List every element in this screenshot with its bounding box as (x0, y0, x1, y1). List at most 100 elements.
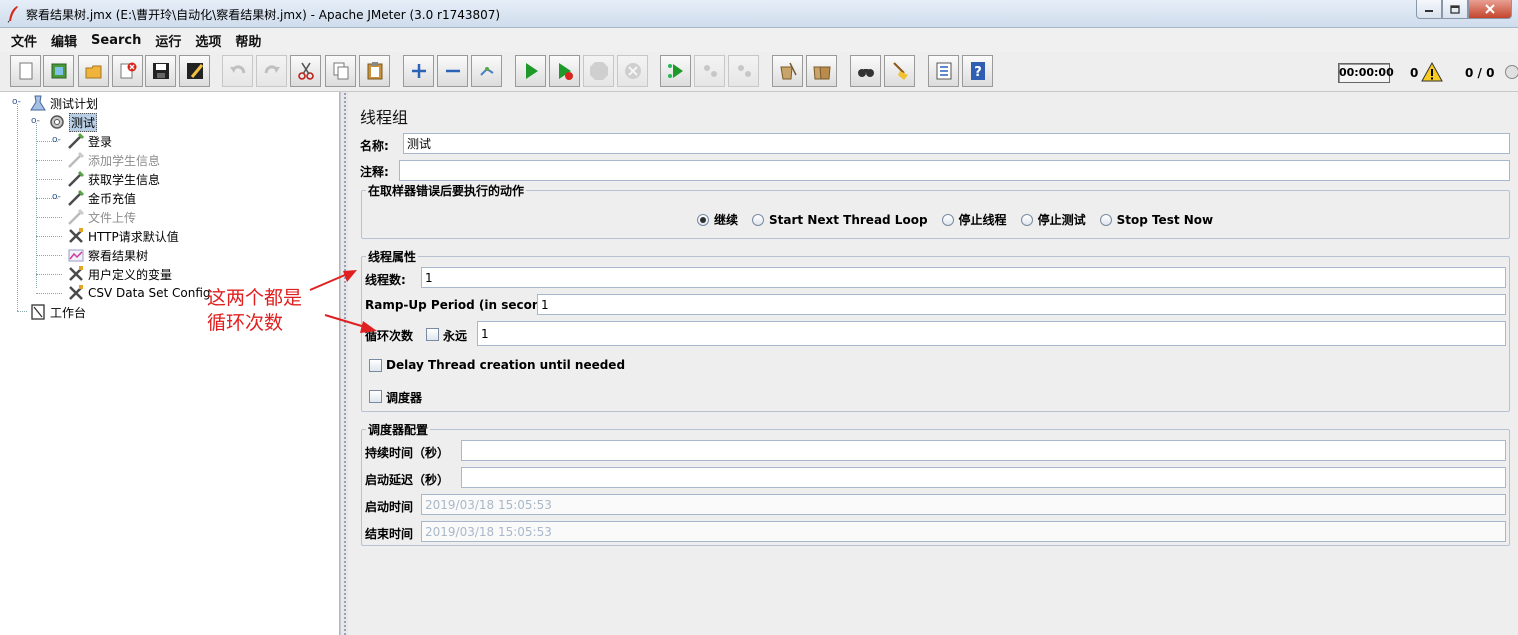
startup-delay-label: 启动延迟（秒） (365, 473, 450, 487)
delay-thread-checkbox[interactable] (369, 359, 382, 372)
tree-node-label: 测试计划 (50, 96, 99, 111)
remote-start-button[interactable] (660, 55, 691, 87)
error-action-title: 在取样器错误后要执行的动作 (366, 182, 527, 199)
tree-toggle-icon[interactable]: o- (12, 97, 21, 107)
loop-count-label: 循环次数 (365, 329, 414, 343)
clear-button[interactable] (772, 55, 803, 87)
tree-toggle-icon[interactable]: o- (52, 192, 61, 202)
remote-start-icon (667, 64, 683, 78)
start-icon (525, 63, 538, 79)
reset-search-icon (892, 62, 908, 80)
close-plan-button[interactable] (112, 55, 143, 87)
tree-node-workbench[interactable]: 工作台 (29, 303, 86, 321)
menu-run[interactable]: 运行 (148, 31, 188, 50)
reset-search-button[interactable] (884, 55, 915, 87)
remote-shutdown-button[interactable] (728, 55, 759, 87)
tree-node-label: HTTP请求默认值 (88, 229, 179, 244)
delay-thread-label: Delay Thread creation until needed (386, 358, 626, 372)
duration-label: 持续时间（秒） (365, 446, 450, 460)
new-button[interactable] (10, 55, 41, 87)
menu-options[interactable]: 选项 (188, 31, 228, 50)
undo-button[interactable] (222, 55, 253, 87)
loop-count-field[interactable] (477, 321, 1506, 346)
listener-icon (68, 249, 84, 262)
radio-start-next-loop-label: Start Next Thread Loop (769, 212, 928, 227)
save-icon (152, 63, 169, 79)
close-icon[interactable] (1468, 0, 1512, 19)
search-button[interactable] (850, 55, 881, 87)
startup-delay-field[interactable] (461, 467, 1506, 488)
start-no-pauses-button[interactable] (549, 55, 580, 87)
menu-help[interactable]: 帮助 (228, 31, 268, 50)
tree-node-label: 金币充值 (88, 191, 137, 206)
function-helper-icon (936, 62, 951, 80)
tree-node-test-plan[interactable]: 测试计划 (29, 94, 98, 112)
name-field[interactable] (403, 133, 1510, 154)
tree-node-sampler[interactable]: 添加学生信息 (67, 151, 160, 169)
toggle-button[interactable] (471, 55, 502, 87)
save-button[interactable] (145, 55, 176, 87)
clear-all-button[interactable] (806, 55, 837, 87)
templates-icon (51, 63, 66, 79)
maximize-icon[interactable] (1442, 0, 1468, 19)
tree-node-config[interactable]: 用户定义的变量 (67, 265, 172, 283)
radio-stop-test-label: 停止测试 (1037, 213, 1086, 227)
menu-edit[interactable]: 编辑 (44, 31, 84, 50)
shutdown-button[interactable] (617, 55, 648, 87)
stop-button[interactable] (583, 55, 614, 87)
sampler-icon (68, 132, 85, 149)
rampup-field[interactable] (537, 294, 1506, 315)
start-time-field[interactable] (421, 494, 1506, 515)
tree-node-config[interactable]: CSV Data Set Config (67, 284, 211, 302)
tree-node-sampler[interactable]: 文件上传 (67, 208, 136, 226)
undo-icon (229, 65, 245, 74)
warning-icon[interactable] (1421, 62, 1443, 82)
tree-toggle-icon[interactable]: o- (52, 135, 61, 145)
toggle-icon (479, 67, 494, 76)
forever-checkbox[interactable] (426, 328, 439, 341)
templates-button[interactable] (43, 55, 74, 87)
tree-node-sampler[interactable]: 登录 (67, 132, 112, 150)
end-time-label: 结束时间 (365, 527, 414, 541)
paste-button[interactable] (359, 55, 390, 87)
minimize-icon[interactable] (1416, 0, 1442, 19)
tree-node-config[interactable]: HTTP请求默认值 (67, 227, 179, 245)
remote-stop-button[interactable] (694, 55, 725, 87)
tree-node-sampler[interactable]: 金币充值 (67, 189, 136, 207)
cut-button[interactable] (290, 55, 321, 87)
shutdown-icon (624, 63, 641, 79)
help-button[interactable]: ? (962, 55, 993, 87)
copy-icon (333, 62, 348, 80)
collapse-button[interactable] (437, 55, 468, 87)
start-button[interactable] (515, 55, 546, 87)
redo-button[interactable] (256, 55, 287, 87)
test-plan-icon (30, 95, 46, 111)
tree-toggle-icon[interactable]: o- (31, 116, 40, 126)
menu-file[interactable]: 文件 (4, 31, 44, 50)
tree-node-thread-group[interactable]: 测试 (48, 112, 98, 132)
scheduler-checkbox[interactable] (369, 390, 382, 403)
split-pane-divider[interactable] (340, 92, 348, 635)
tree-node-listener[interactable]: 察看结果树 (67, 246, 148, 264)
toolbar: ? 00:00:00 0 0 / 0 (0, 52, 1518, 92)
tree-node-label: 用户定义的变量 (88, 267, 173, 282)
annotation-line: 循环次数 (207, 312, 284, 334)
open-button[interactable] (78, 55, 109, 87)
save-as-button[interactable] (179, 55, 210, 87)
radio-stop-thread[interactable] (941, 213, 954, 226)
remote-shutdown-icon (737, 65, 751, 77)
radio-start-next-loop[interactable] (752, 213, 765, 226)
comment-label: 注释: (360, 165, 389, 179)
radio-continue[interactable] (697, 213, 709, 226)
end-time-field[interactable] (421, 521, 1506, 542)
menu-search[interactable]: Search (84, 33, 148, 48)
threads-field[interactable] (421, 267, 1506, 288)
tree-node-sampler[interactable]: 获取学生信息 (67, 170, 160, 188)
copy-button[interactable] (325, 55, 356, 87)
radio-stop-test[interactable] (1020, 213, 1033, 226)
radio-stop-test-now[interactable] (1099, 213, 1112, 226)
comment-field[interactable] (399, 160, 1510, 181)
duration-field[interactable] (461, 440, 1506, 461)
expand-button[interactable] (403, 55, 434, 87)
function-helper-button[interactable] (928, 55, 959, 87)
